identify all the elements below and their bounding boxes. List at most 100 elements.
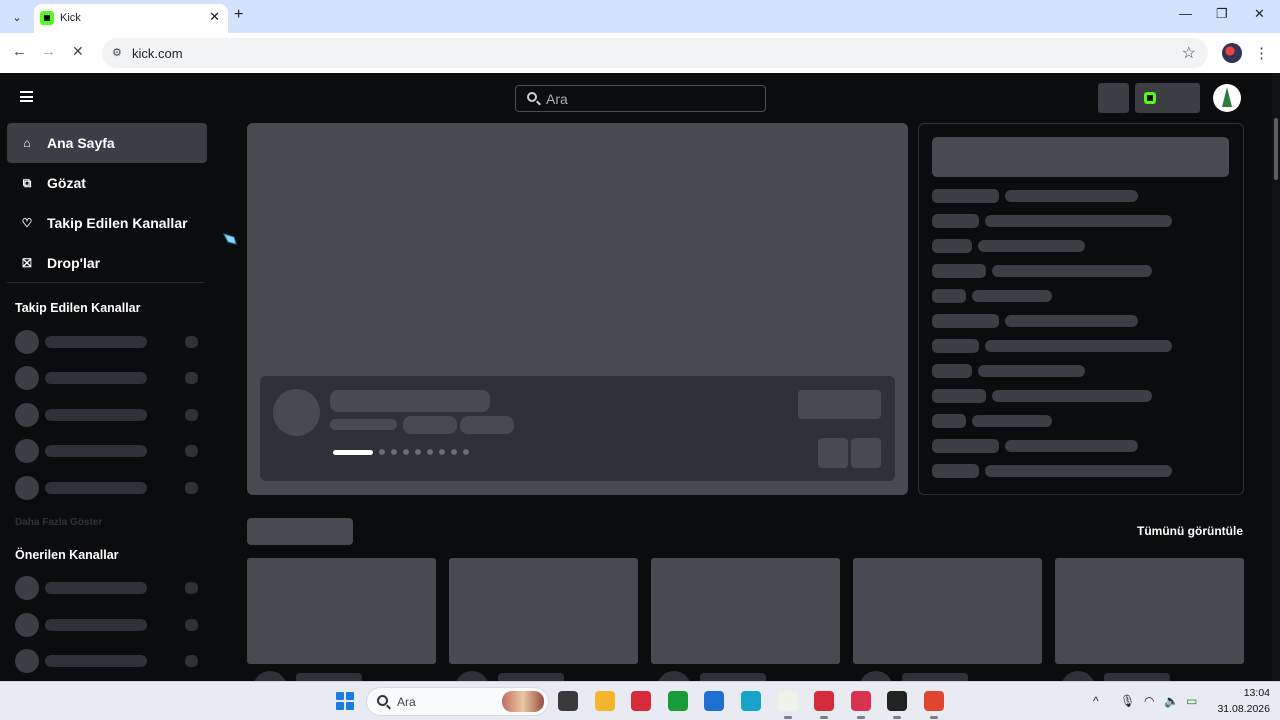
clock-time[interactable]: 13:04 [1240,687,1270,699]
kick-favicon-icon [40,11,54,25]
header-button-placeholder[interactable] [1098,83,1129,113]
tab-title: Kick [60,12,81,24]
address-bar[interactable]: ⚙ kick.com ☆ [102,38,1208,68]
task-view-icon[interactable] [558,691,578,711]
sidebar-item-label: Takip Edilen Kanallar [47,215,188,231]
sidebar-item[interactable]: ⌂ Ana Sayfa [7,123,207,163]
windows-start-icon[interactable] [336,692,354,710]
watch-button-skeleton[interactable] [798,390,881,419]
chat-message-skeleton [985,465,1172,477]
sidebar-item[interactable]: ⧉ Gözat [7,163,207,203]
sidebar-item[interactable]: ⛝ Drop'lar [7,243,207,283]
site-info-icon[interactable]: ⚙ [112,46,122,59]
sidebar-item-label: Drop'lar [47,255,101,271]
carousel-dot[interactable] [427,449,433,455]
scrollbar-thumb[interactable] [1274,118,1278,180]
stream-thumbnail-skeleton[interactable] [247,558,436,664]
microphone-icon[interactable]: 🎙 [1120,694,1135,708]
stop-loading-button[interactable]: ✕ [72,43,84,60]
new-tab-button[interactable]: + [234,6,243,24]
stream-title-skeleton [1104,673,1170,681]
back-button[interactable]: ← [12,43,27,60]
close-window-button[interactable]: ✕ [1254,6,1265,22]
view-all-link[interactable]: Tümünü görüntüle [1137,524,1243,538]
carousel-dot[interactable] [463,449,469,455]
bookmark-star-icon[interactable]: ☆ [1182,43,1196,63]
taskbar-search[interactable]: Ara [366,687,549,716]
carousel-dot[interactable] [439,449,445,455]
stream-thumbnail-skeleton[interactable] [853,558,1042,664]
carousel-dot[interactable] [333,449,373,455]
chat-username-skeleton [932,339,979,353]
chat-message-skeleton [992,390,1152,402]
chat-message-skeleton [978,365,1085,377]
header-kick-button[interactable] [1135,83,1200,113]
heart-icon: ♡ [21,216,33,230]
stream-thumbnail-skeleton[interactable] [1055,558,1244,664]
sidebar-item[interactable]: ♡ Takip Edilen Kanallar [7,203,207,243]
running-indicator [893,716,902,719]
sidebar-item-label: Ana Sayfa [47,135,115,151]
volume-icon[interactable]: 🔈 [1164,694,1179,708]
browser-tab-strip: ⌄ Kick ✕ + — ❐ ✕ [0,0,1280,33]
sidebar-divider [7,282,204,283]
channel-avatar-skeleton [15,576,39,600]
chat-username-skeleton [932,389,986,403]
browser-menu-icon[interactable]: ⋮ [1254,44,1269,62]
channel-avatar-skeleton [15,439,39,463]
app-red-icon[interactable] [631,691,652,711]
chat-message-skeleton [978,240,1085,252]
restore-button[interactable]: ❐ [1216,6,1228,22]
url-text[interactable]: kick.com [132,46,183,61]
recommended-channels-title: Önerilen Kanallar [15,548,119,562]
tray-overflow-icon[interactable]: ^ [1093,694,1099,708]
hamburger-menu-icon[interactable] [20,91,33,102]
minimize-button[interactable]: — [1179,6,1192,21]
chat-username-skeleton [932,214,979,228]
chat-message-skeleton [1005,190,1138,202]
app-red2-icon[interactable] [814,691,835,711]
windows-taskbar: Ara ^ 🎙 ◠ 🔈 ▭ 13:04 31.08.2026 [0,681,1280,720]
chat-username-skeleton [932,239,972,253]
carousel-dot[interactable] [391,449,397,455]
kick-page: ⌂ Ana Sayfa ⧉ Gözat ♡ Takip Edilen Kanallar ⛝ D… [0,73,1280,681]
chat-username-skeleton [932,414,966,428]
wifi-icon[interactable]: ◠ [1144,694,1154,708]
search-input[interactable] [546,91,746,107]
carousel-next-button[interactable] [851,438,881,468]
browser-tab-kick[interactable]: Kick ✕ [34,4,228,33]
forward-button[interactable]: → [41,43,56,60]
search-box[interactable] [515,85,766,112]
page-scrollbar[interactable] [1272,73,1280,681]
app-dark-icon[interactable] [887,691,908,711]
featured-stream-carousel[interactable] [247,123,908,495]
stream-thumbnail-skeleton[interactable] [449,558,638,664]
stream-thumbnail-skeleton[interactable] [651,558,840,664]
carousel-dot[interactable] [415,449,421,455]
chat-username-skeleton [932,314,999,328]
file-explorer-icon[interactable] [594,691,615,711]
carousel-dot[interactable] [379,449,385,455]
carousel-dot[interactable] [451,449,457,455]
carousel-dot[interactable] [403,449,409,455]
edge-icon[interactable] [741,691,761,711]
tab-search-button[interactable]: ⌄ [6,6,28,28]
show-more-link[interactable]: Daha Fazla Göster [15,517,102,528]
xbox-icon[interactable] [667,691,688,711]
clock-date[interactable]: 31.08.2026 [1213,703,1270,715]
user-avatar[interactable] [1213,84,1241,112]
streamer-avatar-skeleton [273,389,320,436]
chat-username-skeleton [932,439,999,453]
app-document-icon[interactable] [777,691,798,711]
browser-profile-avatar[interactable] [1222,43,1242,63]
store-icon[interactable] [704,691,725,711]
app-pink-icon[interactable] [850,691,871,711]
tab-close-icon[interactable]: ✕ [209,9,220,25]
battery-icon[interactable]: ▭ [1186,694,1197,708]
chrome-icon[interactable] [924,691,944,711]
kick-logo-icon [1144,92,1156,104]
taskbar-search-icon [377,695,388,706]
running-indicator [930,716,938,719]
carousel-prev-button[interactable] [818,438,848,468]
taskbar-search-label: Ara [397,695,416,709]
